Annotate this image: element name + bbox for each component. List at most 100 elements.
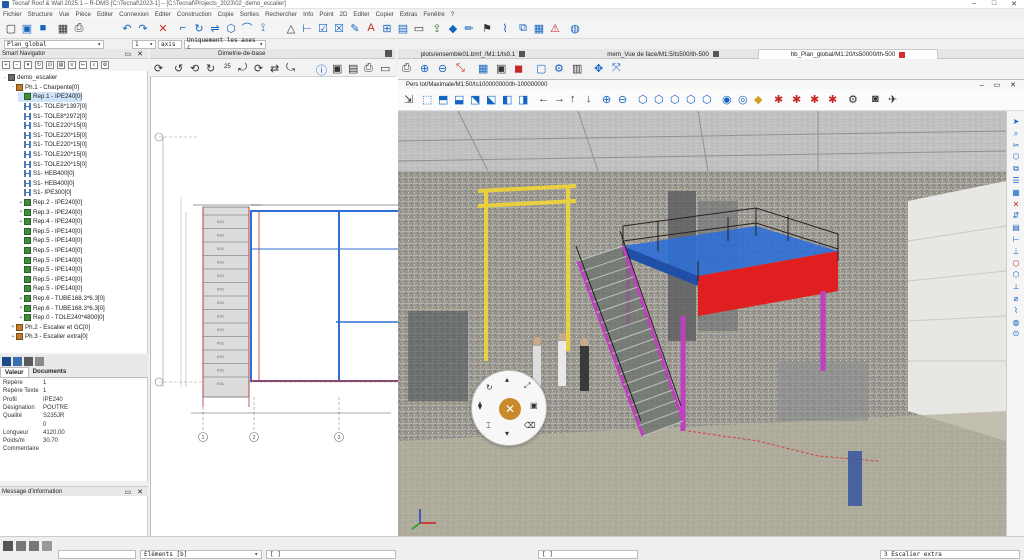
tree-item[interactable]: + Rep.0 - TOLE240*4800[0] (18, 313, 104, 323)
globe-icon[interactable]: ◍ (1010, 318, 1022, 328)
layout-icon[interactable]: ▤ (348, 62, 358, 75)
pencil-icon[interactable]: ✏ (462, 21, 476, 35)
export-view-icon[interactable]: ⇲ (404, 93, 413, 106)
menu-item[interactable]: Sorties (237, 11, 262, 18)
spin-icon[interactable]: ⤿ (286, 62, 295, 75)
section-icon[interactable]: ⤡ (456, 62, 465, 75)
sort-icon[interactable] (13, 356, 22, 366)
scale-select[interactable]: 1 ▾ (132, 39, 156, 49)
arrow-left-icon[interactable]: ← (538, 93, 549, 105)
menu-item[interactable]: Extras (397, 11, 421, 18)
filter-icon[interactable]: ▾ (24, 61, 32, 69)
dock-icon[interactable]: ▭ (380, 62, 390, 75)
box-persp-icon[interactable]: ◨ (518, 93, 528, 106)
edit-text-icon[interactable]: ✎ (348, 21, 362, 35)
alert-icon[interactable]: ⚠ (548, 21, 562, 35)
edit-icon[interactable] (24, 356, 33, 366)
print-icon[interactable]: ⎙ (402, 62, 411, 75)
property-row[interactable]: Repère Texte 1 (3, 388, 46, 396)
box-top-icon[interactable]: ⬒ (438, 93, 448, 106)
radial-menu[interactable]: ✕ ↻ ▴ ⤢ ▣ ⌫ ▾ ⌶ ⧫ (471, 370, 547, 446)
up-icon[interactable]: ▴ (505, 375, 509, 384)
tree-item[interactable]: Rep.5 - IPE140[0] (18, 236, 82, 246)
pipe-icon[interactable]: ⌇ (1010, 306, 1022, 316)
tree-item[interactable]: S1- TOLE220*15[0] (18, 150, 87, 160)
tree-item[interactable]: + Rep.6 - TUBE168.3*6.3[0] (18, 294, 105, 304)
tree-item[interactable]: Rep.5 - IPE140[0] (18, 246, 82, 256)
layout-icon[interactable]: ▥ (572, 62, 582, 75)
tree-item[interactable]: S1- TOLE220*15[0] (18, 121, 87, 131)
display-icon[interactable]: ▢ (536, 62, 546, 75)
clash-icon[interactable]: ✱ (792, 93, 801, 106)
menu-item[interactable]: Editer (152, 11, 174, 18)
delete-icon[interactable]: ✕ (156, 21, 170, 35)
drawing-view-tab[interactable]: Dimetrie-de-base (150, 49, 395, 59)
box-view-icon[interactable]: ⬚ (422, 93, 432, 106)
cube-icon[interactable]: ⬡ (638, 93, 648, 106)
group-icon[interactable]: ▤ (57, 61, 65, 69)
menu-item[interactable]: 2D (337, 11, 351, 18)
cube-icon[interactable]: ⬡ (1010, 152, 1022, 162)
menu-item[interactable]: ? (448, 11, 457, 18)
phase-field[interactable]: 3 Escalier extra (880, 550, 1020, 559)
fit-icon[interactable]: ⤢ (524, 381, 530, 391)
menu-item[interactable]: Point (316, 11, 336, 18)
filter-select[interactable]: Uniquement les axes c ▾ (184, 37, 266, 51)
profile-icon[interactable]: ⌶ (486, 421, 491, 431)
menu-item[interactable]: Connexion (116, 11, 152, 18)
maximize-button[interactable]: □ (984, 0, 1004, 8)
connect-icon[interactable]: ⌒ (240, 21, 254, 35)
structure-icon[interactable]: ⌐ (176, 21, 190, 35)
box-iso-icon[interactable]: ◧ (502, 93, 512, 106)
tree-item[interactable]: S1- TOLE8*2972[0] (18, 111, 87, 121)
settings-icon[interactable]: ⚙ (101, 61, 109, 69)
close-tab-icon[interactable] (899, 51, 906, 58)
tree-item[interactable]: Rep.5 - IPE140[0] (18, 255, 82, 265)
rotate-icon[interactable]: ↻ (192, 21, 206, 35)
tree-item[interactable]: Rep.5 - IPE140[0] (18, 275, 82, 285)
view3d-window-controls[interactable]: – ▭ ✕ (980, 81, 1024, 89)
tree-item[interactable]: S1- IPE300[0] (18, 188, 72, 198)
cube-icon[interactable]: ⬡ (654, 93, 664, 106)
tree-item[interactable]: + Rep.6 - TUBE168.3*6.3[0] (18, 303, 105, 313)
tree-item[interactable]: - demo_escalier (2, 73, 57, 83)
info-icon[interactable]: ⓘ (316, 62, 327, 78)
clash-icon[interactable]: ✱ (828, 93, 837, 106)
funnel-icon[interactable] (2, 356, 11, 366)
property-row[interactable]: Profil IPE240 (3, 397, 63, 405)
binoculars-icon[interactable]: ⧫ (478, 401, 482, 410)
select-icon[interactable]: ⊡ (46, 61, 54, 69)
stack-icon[interactable]: ▤ (1010, 223, 1022, 233)
measure-icon[interactable]: ⟂ (1010, 282, 1022, 292)
flag-icon[interactable]: ⚑ (480, 21, 494, 35)
close-radial-icon[interactable]: ✕ (499, 398, 521, 420)
refresh-icon[interactable]: ↻ (35, 61, 43, 69)
drone-icon[interactable]: ✈ (888, 93, 897, 106)
window-view-icon[interactable]: ▣ (530, 401, 538, 410)
box-icon[interactable] (42, 541, 52, 551)
tree-item[interactable]: S1- TOLE220*15[0] (18, 159, 87, 169)
angle-icon[interactable]: ↻ (486, 383, 493, 392)
network-icon[interactable]: ⚙ (554, 62, 564, 75)
tree-item[interactable]: S1- HEB400[0] (18, 169, 74, 179)
view-tab[interactable]: mem_Vue de face/M1:5/ts500/th-500 (588, 49, 738, 59)
bend-icon[interactable]: ⟟ (256, 21, 270, 35)
menu-item[interactable]: Copier (373, 11, 397, 18)
arrow-up-icon[interactable]: ↑ (570, 93, 576, 105)
tree-item[interactable]: + Rep.3 - IPE240[0] (18, 207, 82, 217)
erase-icon[interactable]: ⌫ (524, 421, 535, 430)
text-icon[interactable]: A (364, 21, 378, 35)
property-row[interactable]: Repère 1 (3, 380, 46, 388)
collapse-all-icon[interactable]: − (13, 61, 21, 69)
layers-icon[interactable] (16, 541, 26, 551)
expand-all-icon[interactable]: + (2, 61, 10, 69)
drawing-canvas[interactable]: K01 K01 K01 K01 K01 K01 K01 K01 K01 K01 K01 K01 K01 … (150, 77, 398, 536)
grid-view-icon[interactable]: ▦ (478, 62, 488, 75)
property-row[interactable]: Poids/m 30.70 (3, 438, 58, 446)
ruler-icon[interactable]: ⊥ (1010, 247, 1022, 257)
tree-item[interactable]: S1- TOLE220*15[0] (18, 131, 87, 141)
list-check-icon[interactable]: ☒ (332, 21, 346, 35)
tree-item[interactable]: S1- TOLE8*1397[0] (18, 102, 87, 112)
bracket-field-2[interactable]: [ ] (538, 550, 638, 559)
new-file-icon[interactable]: ▢ (4, 21, 18, 35)
